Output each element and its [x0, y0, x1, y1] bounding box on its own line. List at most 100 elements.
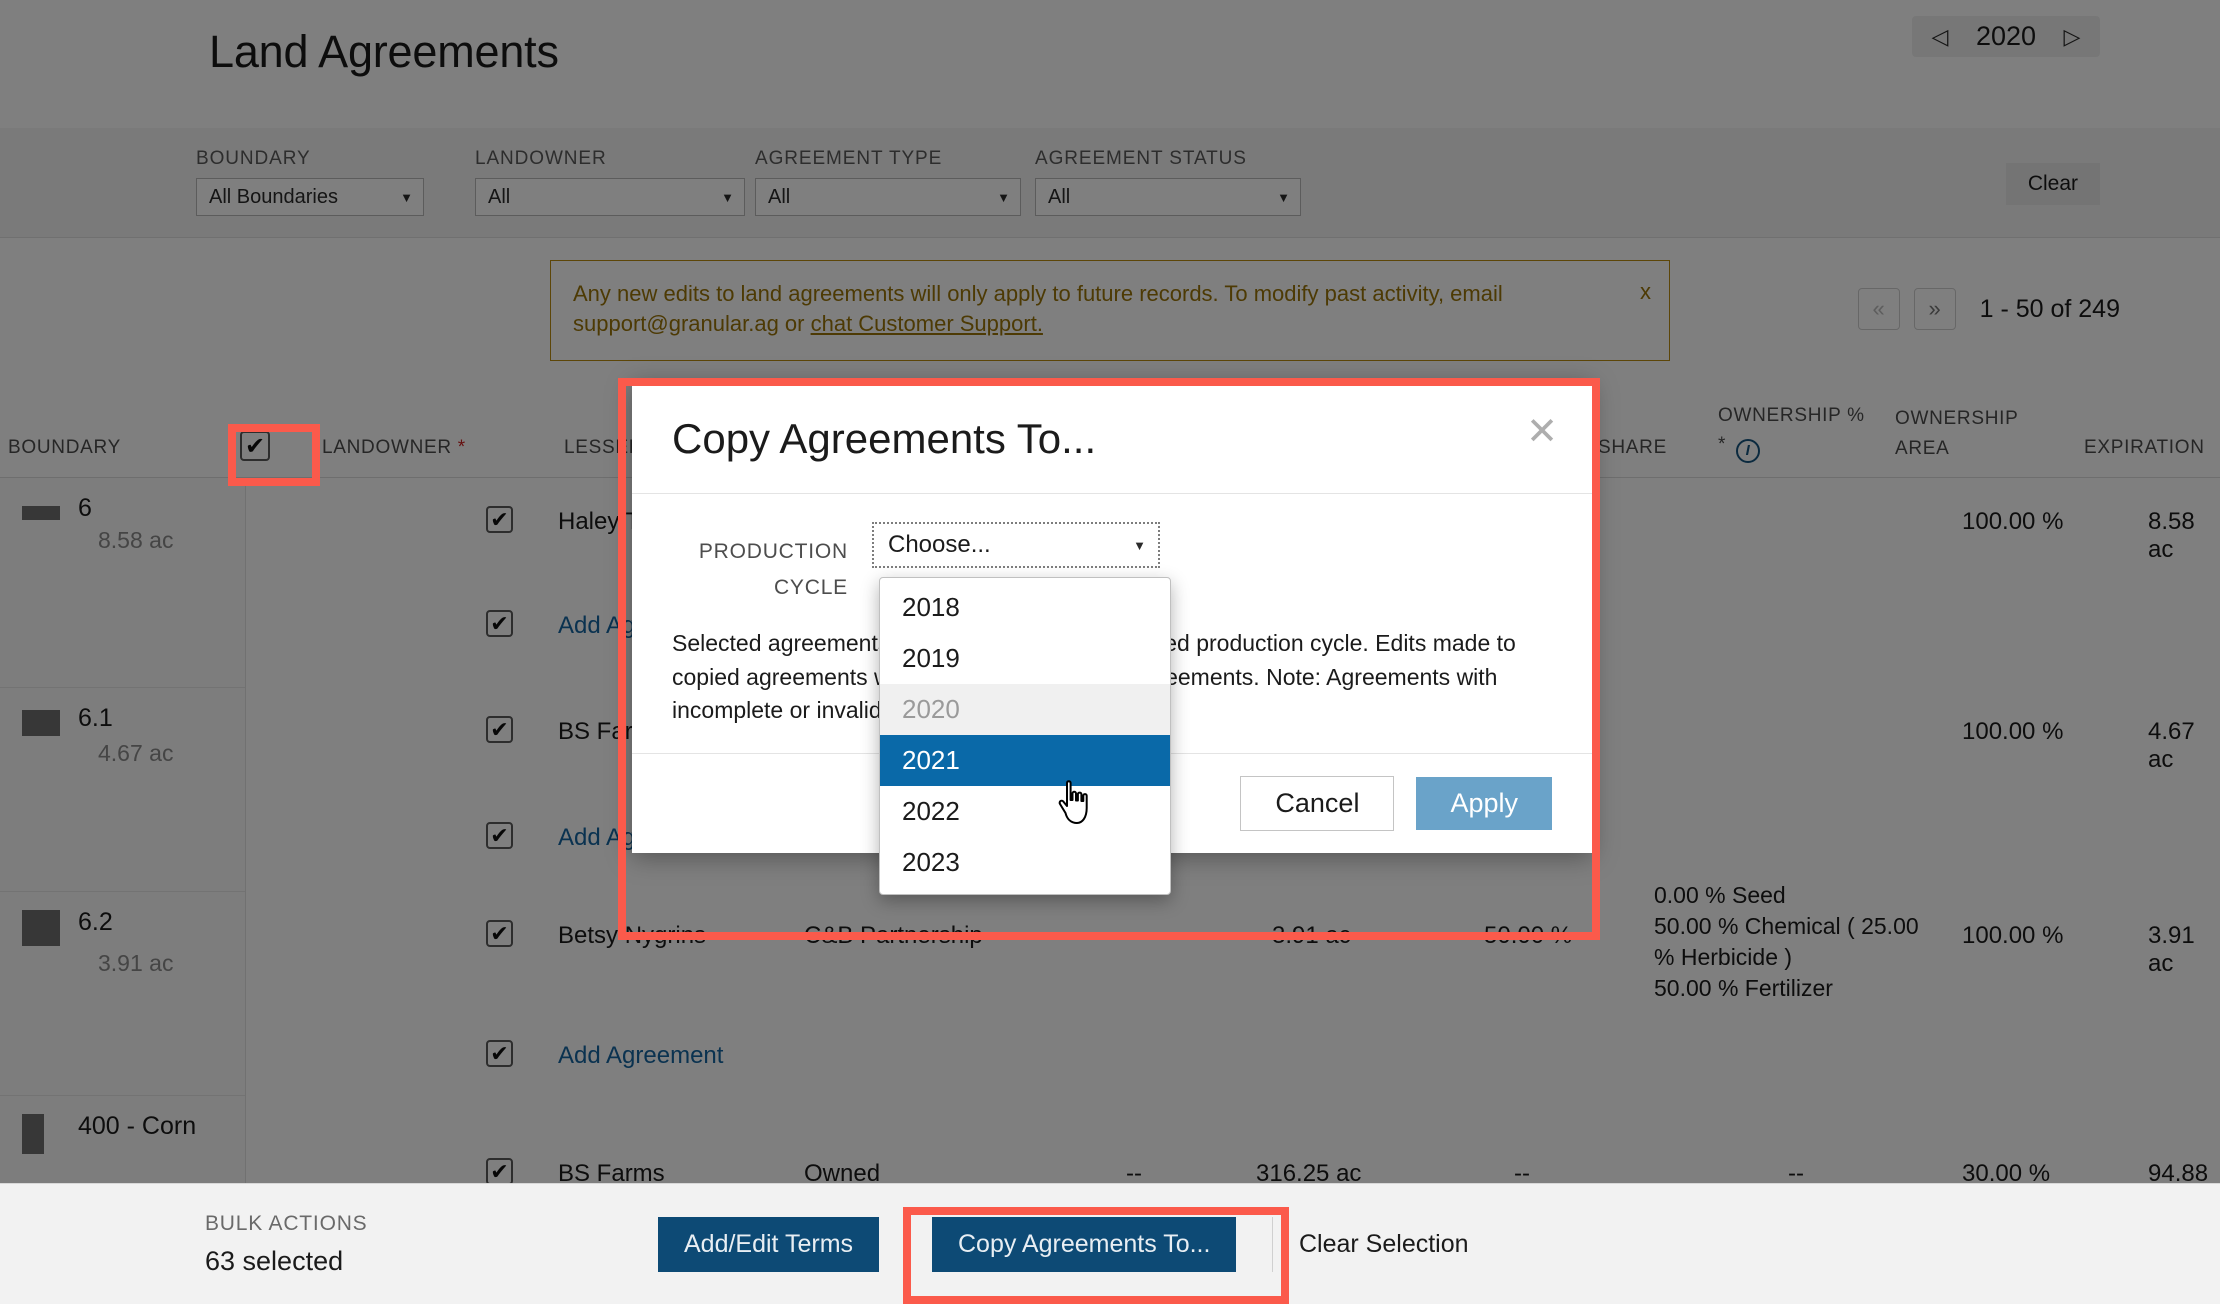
page-header: Land Agreements ◁ 2020 ▷ [0, 0, 2220, 128]
production-cycle-label: PRODUCTION CYCLE [672, 522, 872, 605]
boundary-area: 8.58 ac [98, 527, 174, 553]
select-all-checkbox[interactable]: ✔ [240, 431, 270, 461]
boundary-swatch [22, 710, 60, 736]
production-cycle-label-line1: PRODUCTION [698, 540, 848, 563]
production-cycle-label-line2: CYCLE [773, 575, 848, 599]
boundary-area: 4.67 ac [98, 740, 174, 766]
boundary-name: 400 - Corn [78, 1112, 197, 1140]
apply-button[interactable]: Apply [1416, 777, 1552, 831]
column-header-landowner-label: LANDOWNER [322, 437, 452, 458]
pagination-next-button[interactable]: » [1913, 288, 1956, 330]
notice-banner: Any new edits to land agreements will on… [550, 260, 1670, 361]
cell-lessee: C&B Partnership [804, 922, 983, 949]
production-cycle-value: Choose... [888, 531, 991, 558]
cell-landowner: Betsy Nygrins [558, 922, 707, 949]
boundary-swatch [22, 1114, 44, 1154]
dropdown-option-2018[interactable]: 2018 [880, 582, 1170, 633]
page-title: Land Agreements [209, 26, 559, 77]
cell-share: 50.00 % [1484, 922, 1573, 949]
column-header-ownership-area-line2: AREA [1895, 437, 1950, 459]
row-checkbox[interactable]: ✔ [486, 920, 513, 947]
column-header-lessee: LESSEE [564, 437, 643, 458]
cell-ownership-pct: 100.00 % [1962, 508, 2064, 535]
required-asterisk: * [457, 437, 466, 458]
boundary-cell[interactable]: 6.2 3.91 ac [0, 892, 245, 1096]
filter-bar: BOUNDARY All Boundaries ▼ LANDOWNER All … [0, 128, 2220, 238]
dropdown-option-2021[interactable]: 2021 [880, 735, 1170, 786]
chevron-down-icon: ▼ [1133, 537, 1146, 553]
year-selector[interactable]: ◁ 2020 ▷ [1912, 16, 2100, 57]
filter-agreement-type-label: AGREEMENT TYPE [755, 148, 943, 169]
column-header-share: SHARE [1598, 437, 1667, 458]
clear-selection-button[interactable]: Clear Selection [1272, 1217, 1495, 1272]
boundary-cell[interactable]: 6.1 4.67 ac [0, 688, 245, 892]
table-row[interactable]: ✔ Add Agreement [246, 1012, 2220, 1130]
boundary-cell[interactable]: 6 8.58 ac [0, 478, 245, 688]
filter-agreement-type-select[interactable]: All ▼ [755, 178, 1021, 216]
dropdown-option-2020[interactable]: 2020 [880, 684, 1170, 735]
close-icon[interactable]: ✕ [1526, 413, 1558, 451]
required-asterisk: * [1718, 434, 1727, 456]
app-root: Land Agreements ◁ 2020 ▷ BOUNDARY All Bo… [0, 0, 2220, 1304]
column-header-ownership-area-line1: OWNERSHIP [1895, 408, 2019, 430]
row-checkbox[interactable]: ✔ [486, 1040, 513, 1067]
notice-close-icon[interactable]: x [1640, 277, 1651, 307]
filter-landowner-value: All [488, 185, 511, 208]
year-next-icon[interactable]: ▷ [2060, 25, 2084, 49]
pagination: « » 1 - 50 of 249 [1857, 288, 2120, 330]
filter-landowner-label: LANDOWNER [475, 148, 607, 169]
filter-landowner-select[interactable]: All ▼ [475, 178, 745, 216]
row-checkbox[interactable]: ✔ [486, 506, 513, 533]
boundary-column: 6 8.58 ac 6.1 4.67 ac 6.2 3.91 ac 400 - … [0, 478, 246, 1192]
boundary-name: 6 [78, 494, 92, 522]
bulk-selected-count: 63 selected [205, 1246, 344, 1276]
year-prev-icon[interactable]: ◁ [1928, 25, 1952, 49]
filter-boundary-select[interactable]: All Boundaries ▼ [196, 178, 424, 216]
year-value: 2020 [1975, 21, 2037, 51]
cancel-button[interactable]: Cancel [1240, 776, 1395, 832]
pagination-first-button[interactable]: « [1857, 288, 1900, 330]
cell-dash: -- [1126, 922, 1142, 949]
cell-ownership-area: 3.91 ac [2148, 922, 2195, 977]
row-checkbox[interactable]: ✔ [486, 822, 513, 849]
column-header-landowner: LANDOWNER * [322, 437, 466, 459]
cell-acres: 3.91 ac [1272, 922, 1351, 949]
cell-ownership-pct: 100.00 % [1962, 922, 2064, 949]
bulk-action-bar: BULK ACTIONS 63 selected Add/Edit Terms … [0, 1183, 2220, 1304]
production-cycle-select[interactable]: Choose... ▼ [872, 522, 1160, 568]
dropdown-option-2023[interactable]: 2023 [880, 837, 1170, 888]
clear-filters-button[interactable]: Clear [2005, 163, 2100, 205]
add-edit-terms-button[interactable]: Add/Edit Terms [658, 1217, 880, 1272]
filter-agreement-status-select[interactable]: All ▼ [1035, 178, 1301, 216]
table-row[interactable]: ✔ Betsy Nygrins C&B Partnership -- 3.91 … [246, 882, 2220, 1012]
column-header-ownership-pct-line1: OWNERSHIP % [1718, 404, 1865, 426]
row-checkbox[interactable]: ✔ [486, 1158, 513, 1185]
copy-agreements-to-button[interactable]: Copy Agreements To... [932, 1217, 1237, 1272]
filter-agreement-status: AGREEMENT STATUS All ▼ [1035, 148, 1301, 216]
row-checkbox[interactable]: ✔ [486, 610, 513, 637]
dropdown-option-2019[interactable]: 2019 [880, 633, 1170, 684]
boundary-name: 6.2 [78, 908, 113, 936]
info-icon[interactable]: i [1736, 439, 1761, 463]
cell-terms: 0.00 % Seed 50.00 % Chemical ( 25.00 % H… [1654, 882, 1919, 1002]
filter-agreement-type-value: All [768, 185, 791, 208]
bulk-actions-label: BULK ACTIONS [205, 1212, 368, 1235]
add-agreement-link[interactable]: Add Agreement [558, 1042, 723, 1070]
row-checkbox[interactable]: ✔ [486, 716, 513, 743]
notice-strip: Any new edits to land agreements will on… [0, 238, 2220, 393]
modal-header: Copy Agreements To... ✕ [632, 381, 1592, 494]
boundary-name: 6.1 [78, 704, 113, 732]
boundary-swatch [22, 910, 60, 946]
modal-title: Copy Agreements To... [672, 415, 1097, 462]
filter-boundary: BOUNDARY All Boundaries ▼ [196, 148, 424, 216]
column-header-boundary: BOUNDARY [8, 437, 121, 458]
chevron-down-icon: ▼ [721, 189, 734, 205]
boundary-swatch [22, 506, 60, 520]
dropdown-option-2022[interactable]: 2022 [880, 786, 1170, 837]
filter-agreement-type: AGREEMENT TYPE All ▼ [755, 148, 1021, 216]
boundary-area: 3.91 ac [98, 950, 174, 976]
notice-link[interactable]: chat Customer Support. [811, 311, 1043, 336]
filter-agreement-status-label: AGREEMENT STATUS [1035, 148, 1247, 169]
production-cycle-dropdown[interactable]: 2018 2019 2020 2021 2022 2023 [879, 577, 1171, 895]
boundary-cell[interactable]: 400 - Corn [0, 1096, 245, 1192]
